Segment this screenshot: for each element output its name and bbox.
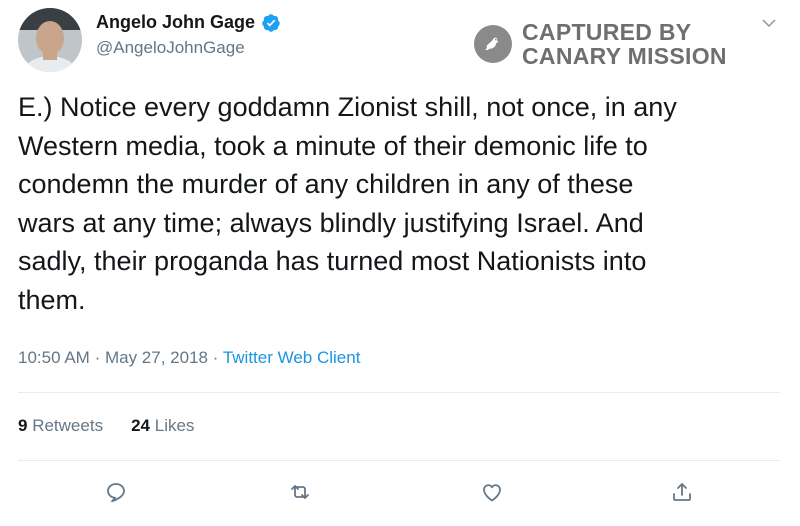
retweet-icon <box>291 485 309 499</box>
share-icon <box>673 483 691 501</box>
retweet-button[interactable] <box>286 478 314 506</box>
reply-icon <box>107 483 125 503</box>
tweet-source-link[interactable]: Twitter Web Client <box>223 348 361 367</box>
likes-label: Likes <box>154 416 195 435</box>
chevron-down-icon[interactable] <box>760 14 778 32</box>
meta-separator: · <box>212 348 219 367</box>
retweets-stat[interactable]: 9 Retweets <box>18 416 103 436</box>
watermark-line-1: CAPTURED BY <box>522 19 692 45</box>
divider-bottom <box>18 460 780 461</box>
likes-stat[interactable]: 24 Likes <box>131 416 194 436</box>
avatar[interactable] <box>18 8 82 72</box>
meta-separator: · <box>94 348 101 367</box>
canary-bird-icon <box>474 25 512 63</box>
avatar-photo <box>18 8 82 72</box>
tweet-stats: 9 Retweets 24 Likes <box>18 416 194 436</box>
like-button[interactable] <box>478 478 506 506</box>
author-handle[interactable]: @AngeloJohnGage <box>96 38 245 58</box>
author-name-row[interactable]: Angelo John Gage <box>96 12 281 33</box>
tweet-actions <box>0 478 800 508</box>
retweets-label: Retweets <box>32 416 104 435</box>
canary-mission-watermark: CAPTURED BY CANARY MISSION <box>474 20 727 68</box>
tweet-text: E.) Notice every goddamn Zionist shill, … <box>18 92 677 315</box>
watermark-line-2: CANARY MISSION <box>522 43 727 69</box>
reply-button[interactable] <box>102 478 130 506</box>
likes-count: 24 <box>131 416 150 435</box>
tweet-date[interactable]: May 27, 2018 <box>105 348 208 367</box>
retweets-count: 9 <box>18 416 28 435</box>
like-heart-icon <box>483 484 501 502</box>
share-button[interactable] <box>668 478 696 506</box>
tweet-time[interactable]: 10:50 AM <box>18 348 90 367</box>
tweet-metadata: 10:50 AM · May 27, 2018 · Twitter Web Cl… <box>18 348 360 368</box>
divider-top <box>18 392 780 393</box>
author-display-name[interactable]: Angelo John Gage <box>96 12 255 33</box>
verified-badge-icon <box>261 13 281 33</box>
